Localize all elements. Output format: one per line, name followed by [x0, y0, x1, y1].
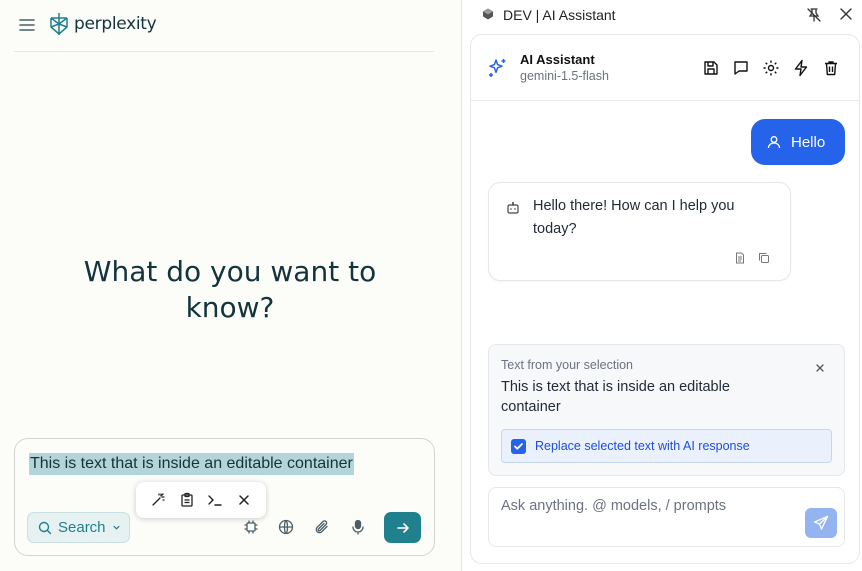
paperclip-icon[interactable] [314, 519, 330, 535]
query-input-selected-text[interactable]: This is text that is inside an editable … [29, 453, 354, 475]
sparkles-icon [487, 57, 509, 79]
ask-input-box [488, 487, 845, 547]
selection-text: This is text that is inside an editable … [501, 379, 730, 415]
chip-icon[interactable] [243, 519, 259, 535]
window-title: DEV | AI Assistant [503, 7, 616, 23]
assistant-message-text: Hello there! How can I help you today? [533, 198, 735, 237]
model-name[interactable]: gemini-1.5-flash [520, 69, 609, 83]
floating-selection-toolbar [136, 482, 266, 518]
ask-input[interactable] [501, 498, 791, 514]
search-mode-button[interactable]: Search [27, 512, 130, 543]
menu-icon[interactable] [18, 16, 36, 34]
bot-icon [506, 201, 520, 215]
gear-icon[interactable] [762, 59, 780, 77]
search-mode-label: Search [58, 519, 106, 536]
arrow-right-icon [396, 521, 410, 535]
user-message: Hello [751, 119, 845, 165]
globe-icon[interactable] [278, 519, 294, 535]
close-icon[interactable] [814, 362, 826, 374]
copy-icon[interactable] [758, 252, 770, 264]
user-icon [767, 135, 781, 149]
ai-assistant-window: DEV | AI Assistant AI Assistant gemini-1… [462, 0, 862, 571]
replace-selection-checkbox[interactable]: Replace selected text with AI response [501, 429, 832, 463]
perplexity-logo-icon [48, 12, 70, 36]
send-icon [813, 515, 829, 531]
terminal-icon[interactable] [206, 491, 224, 509]
left-header: perplexity [14, 0, 434, 52]
chat-icon[interactable] [732, 59, 750, 77]
magic-wand-icon[interactable] [149, 491, 167, 509]
window-titlebar: DEV | AI Assistant [462, 0, 862, 30]
close-icon[interactable] [235, 491, 253, 509]
search-icon [38, 521, 52, 535]
chat-panel: AI Assistant gemini-1.5-flash Hello Hell… [470, 34, 860, 564]
selection-label: Text from your selection [501, 358, 633, 372]
document-icon[interactable] [734, 252, 746, 264]
chevron-down-icon [112, 523, 121, 532]
submit-button[interactable] [384, 512, 421, 543]
lightning-icon[interactable] [792, 59, 810, 77]
user-message-text: Hello [791, 133, 826, 151]
close-window-icon[interactable] [839, 7, 853, 21]
logo-text: perplexity [74, 14, 157, 34]
unpin-icon[interactable] [806, 7, 822, 23]
assistant-message: Hello there! How can I help you today? [488, 182, 791, 281]
query-input-box[interactable]: This is text that is inside an editable … [14, 438, 435, 556]
trash-icon[interactable] [822, 59, 840, 77]
save-icon[interactable] [702, 59, 720, 77]
page-title: What do you want to know? [83, 255, 377, 324]
chat-header: AI Assistant gemini-1.5-flash [471, 35, 859, 101]
mic-icon[interactable] [350, 519, 366, 535]
assistant-name: AI Assistant [520, 52, 595, 67]
send-button[interactable] [805, 508, 837, 538]
logo[interactable]: perplexity [48, 12, 157, 36]
perplexity-panel: perplexity What do you want to know? Thi… [0, 0, 462, 571]
app-icon [482, 8, 494, 20]
checkbox-checked-icon[interactable] [511, 438, 526, 454]
selection-context-card: Text from your selection This is text th… [488, 344, 845, 476]
replace-selection-label: Replace selected text with AI response [535, 439, 750, 453]
clipboard-icon[interactable] [178, 491, 196, 509]
